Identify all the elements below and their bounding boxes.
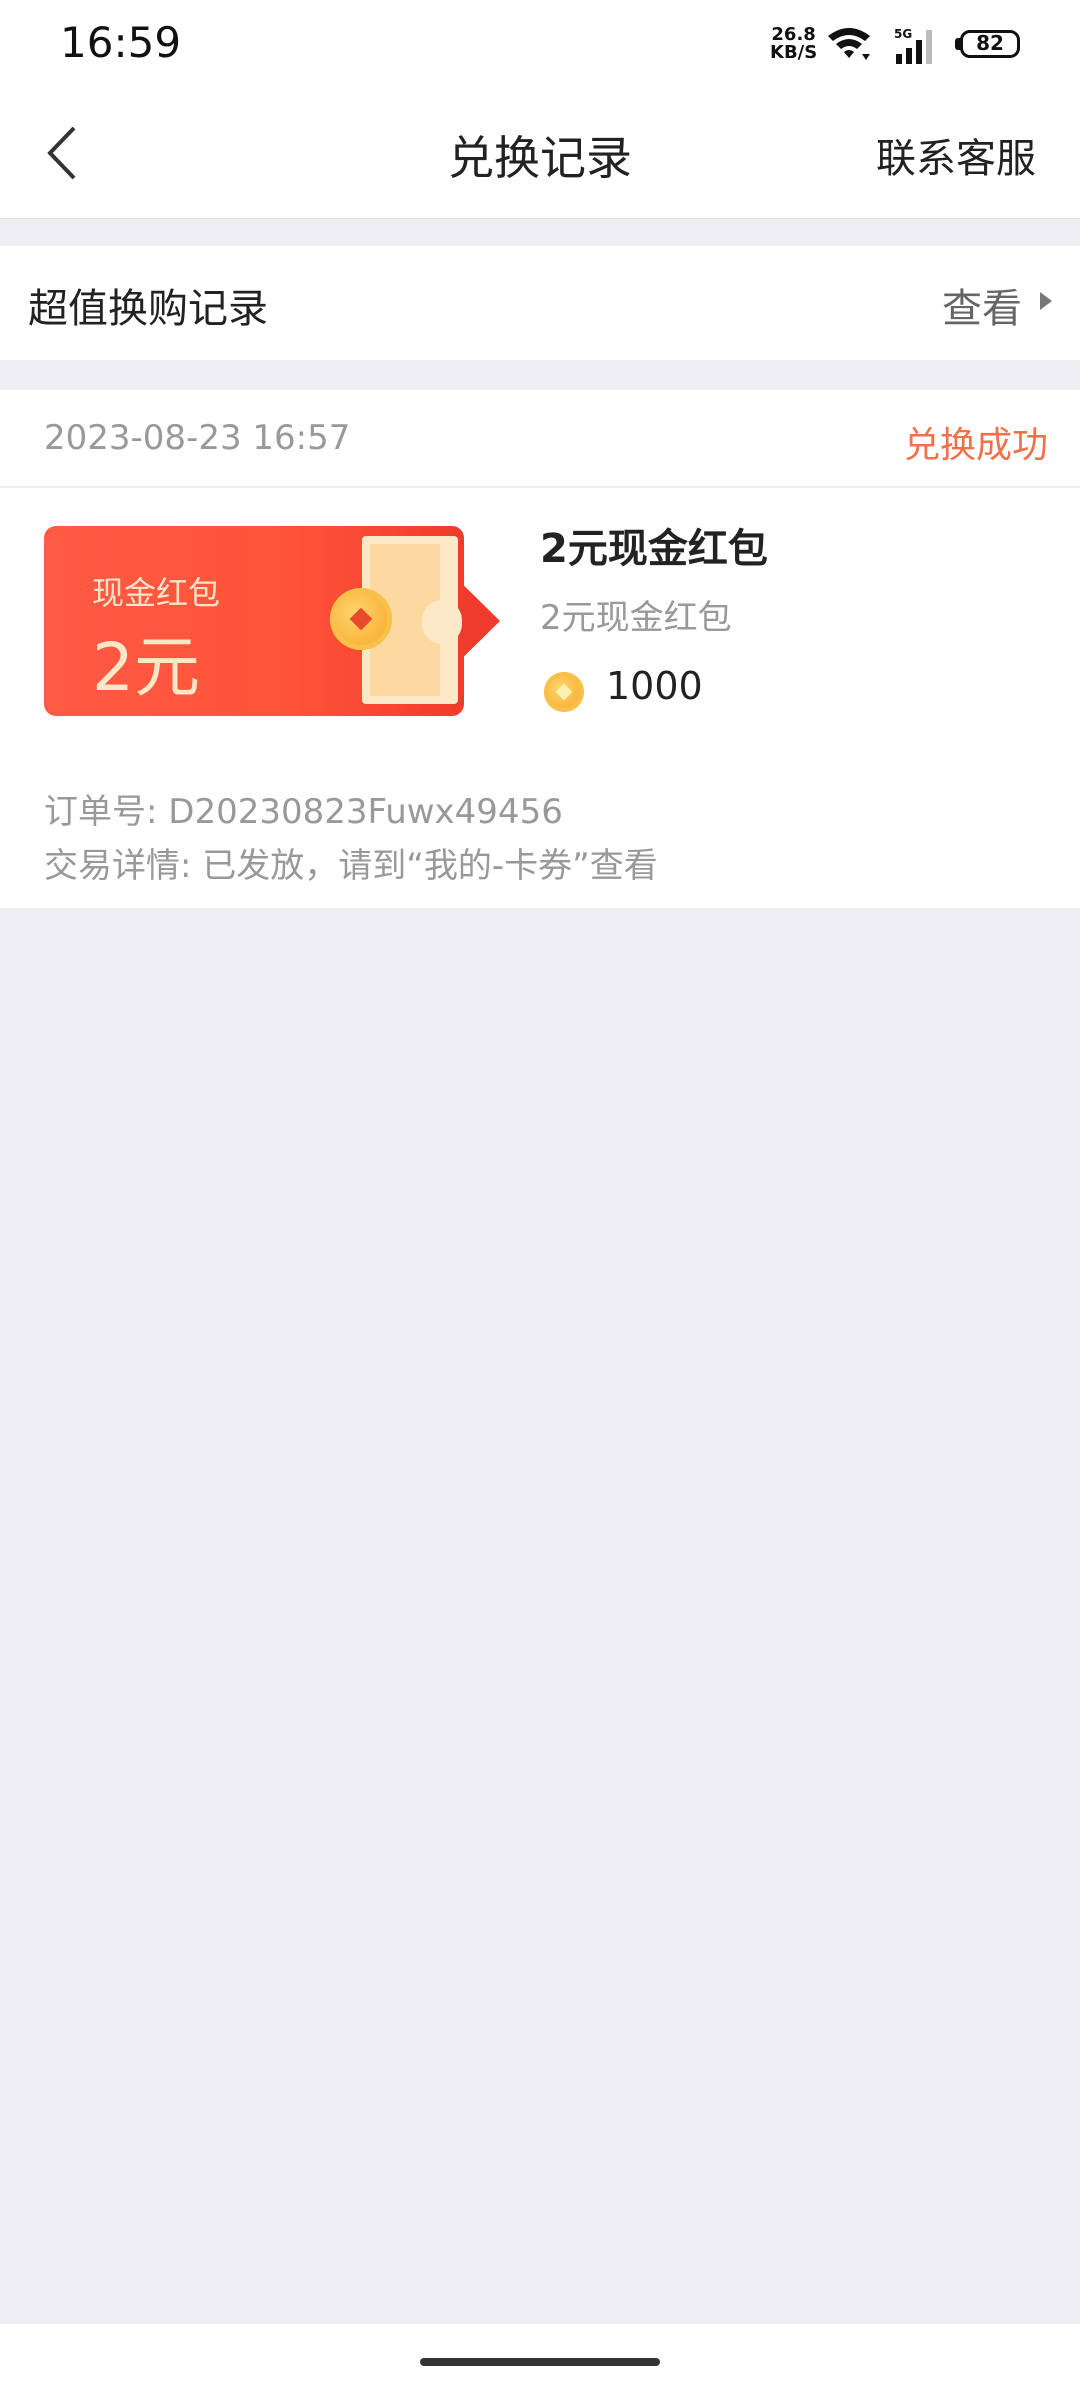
- battery-icon: 82: [960, 30, 1020, 58]
- coin-icon: [330, 588, 392, 650]
- contact-service-button[interactable]: 联系客服: [876, 126, 1036, 184]
- page-header: 兑换记录 联系客服: [0, 90, 1080, 219]
- battery-level: 82: [976, 31, 1004, 55]
- signal-label: 5G: [894, 27, 912, 41]
- coupon-notch: [422, 600, 462, 644]
- order-date: 2023-08-23 16:57: [44, 418, 351, 458]
- coupon-amount: 2元: [92, 629, 200, 706]
- signal-icon: 5G: [894, 27, 932, 64]
- coin-icon: [544, 672, 584, 712]
- red-packet-image: 现金红包 2元: [44, 526, 504, 716]
- status-bar: 16:59 26.8 KB/S 5G 82: [0, 0, 1080, 90]
- super-value-record-row[interactable]: 超值换购记录 查看: [0, 246, 1080, 360]
- product-subtitle: 2元现金红包: [540, 598, 732, 638]
- product-title: 2元现金红包: [540, 526, 768, 572]
- status-time: 16:59: [60, 18, 182, 67]
- network-speed: 26.8 KB/S: [770, 26, 817, 62]
- bottom-navigation-area: [0, 2324, 1080, 2400]
- coin-price: 1000: [606, 664, 703, 708]
- order-status: 兑换成功: [903, 425, 1048, 466]
- home-indicator[interactable]: [420, 2358, 660, 2366]
- super-value-label: 超值换购记录: [28, 286, 268, 332]
- transaction-detail: 交易详情: 已发放，请到“我的-卡券”查看: [44, 846, 658, 886]
- order-card: 2023-08-23 16:57 兑换成功 现金红包 2元 2元现金红包 2元现…: [0, 390, 1080, 908]
- order-header: 2023-08-23 16:57 兑换成功: [0, 390, 1080, 488]
- view-link[interactable]: 查看: [942, 276, 1022, 334]
- network-speed-unit: KB/S: [770, 42, 818, 63]
- order-number: 订单号: D20230823Fuwx49456: [44, 792, 563, 832]
- coupon-label: 现金红包: [92, 574, 221, 612]
- wifi-icon: [828, 28, 870, 60]
- chevron-right-icon: [1040, 292, 1052, 310]
